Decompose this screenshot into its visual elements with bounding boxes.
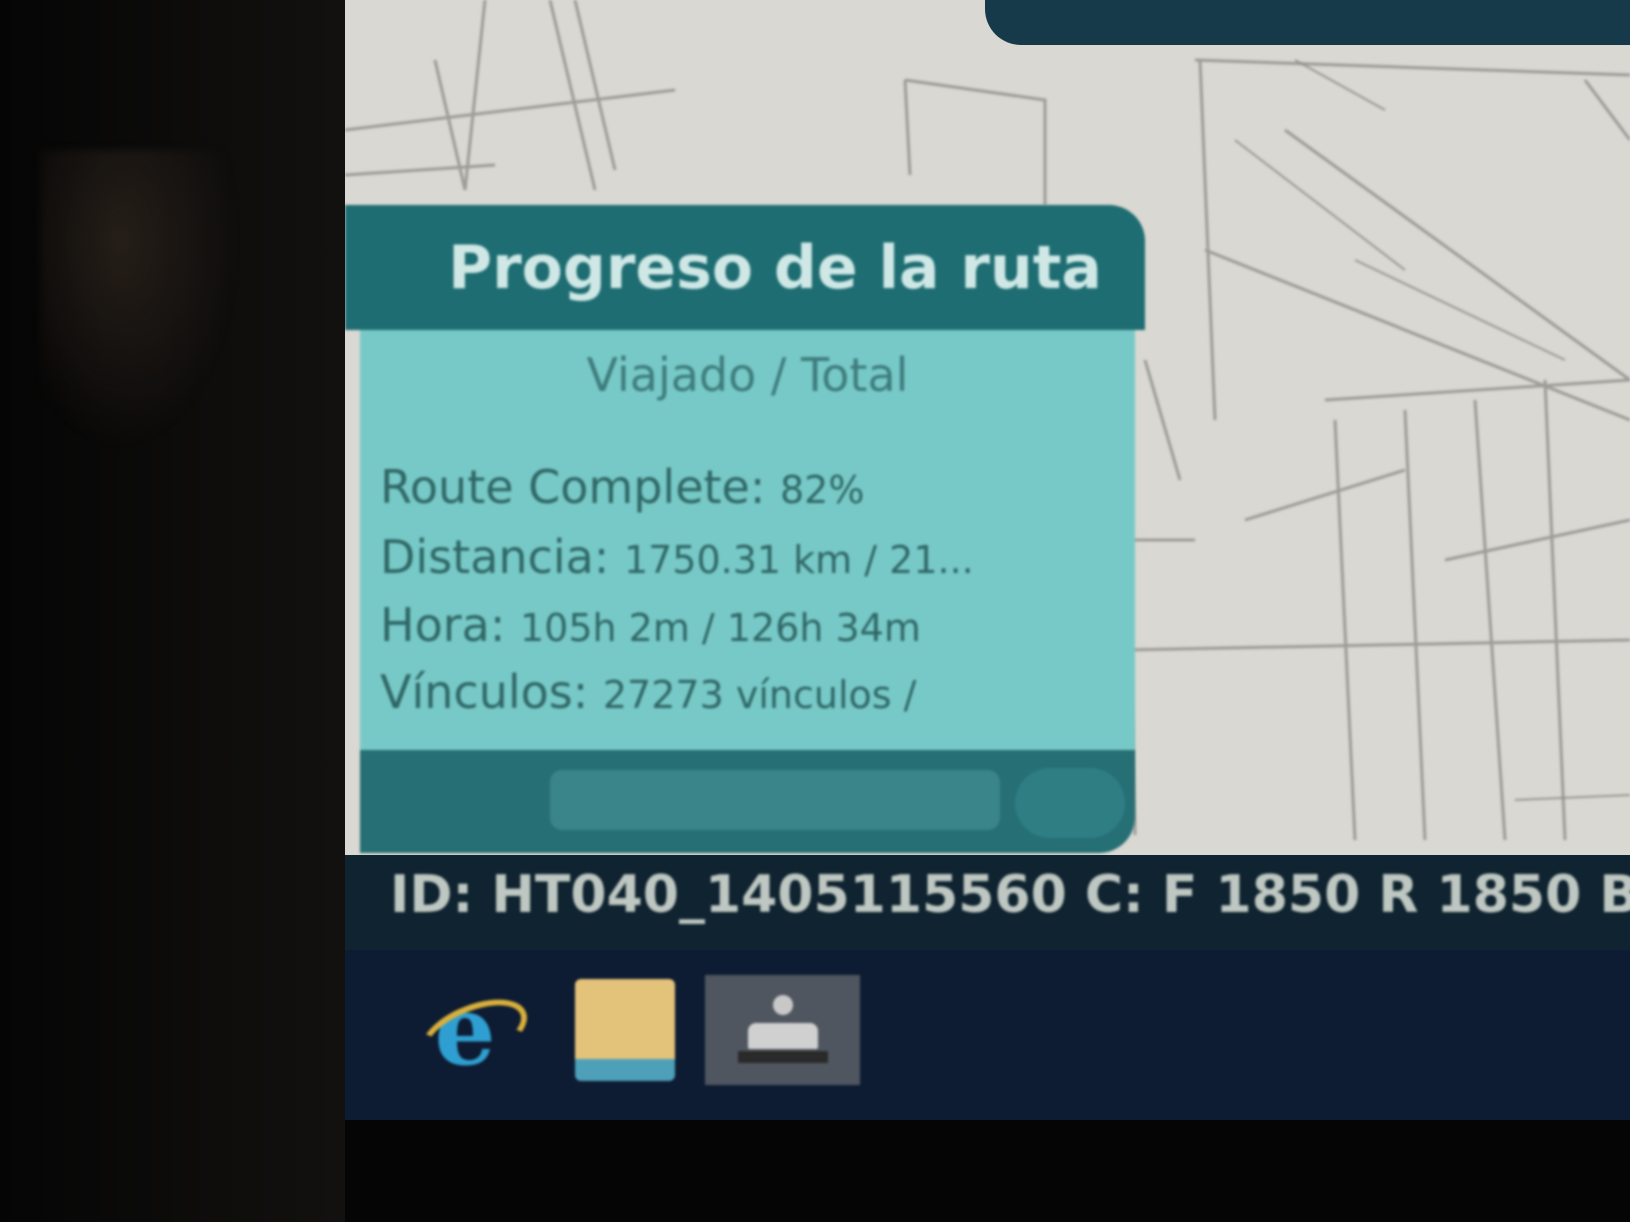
footer-round-button[interactable] [1015,768,1125,838]
time-row: Hora: 105h 2m / 126h 34m [380,598,1130,652]
top-info-banner [985,0,1630,45]
dialog-subtitle: Viajado / Total [586,348,909,402]
folder-icon[interactable] [560,975,690,1085]
navigation-app-icon[interactable] [705,975,860,1085]
route-complete-value: 82% [779,468,865,512]
device-screen: Progreso de la ruta Viajado / Total Rout… [345,0,1630,1120]
time-label: Hora: [380,598,506,652]
route-progress-dialog: Progreso de la ruta Viajado / Total Rout… [345,205,1145,853]
links-value: 27273 vínculos / [602,673,917,717]
status-bar: ID: HT040_1405115560 C: F 1850 R 1850 B … [345,855,1630,950]
route-complete-row: Route Complete: 82% [380,460,1130,514]
route-complete-label: Route Complete: [380,460,766,514]
distance-label: Distancia: [380,530,610,584]
links-label: Vínculos: [380,665,589,719]
dialog-title: Progreso de la ruta [345,205,1145,330]
status-text: ID: HT040_1405115560 C: F 1850 R 1850 B … [390,865,1630,925]
taskbar: e [345,950,1630,1120]
navigation-app-glyph-icon [737,995,828,1065]
folder-shape-icon [575,979,675,1081]
time-value: 105h 2m / 126h 34m [519,606,921,650]
bezel-reflection [40,150,240,450]
distance-value: 1750.31 km / 21... [623,538,974,582]
dialog-footer [360,750,1135,853]
dialog-body: Viajado / Total Route Complete: 82% Dist… [360,330,1135,750]
footer-button[interactable] [550,770,1000,830]
device-bottom-bezel [345,1120,1630,1222]
links-row: Vínculos: 27273 vínculos / [380,665,1130,719]
distance-row: Distancia: 1750.31 km / 21... [380,530,1130,584]
internet-explorer-icon[interactable]: e [400,974,537,1087]
